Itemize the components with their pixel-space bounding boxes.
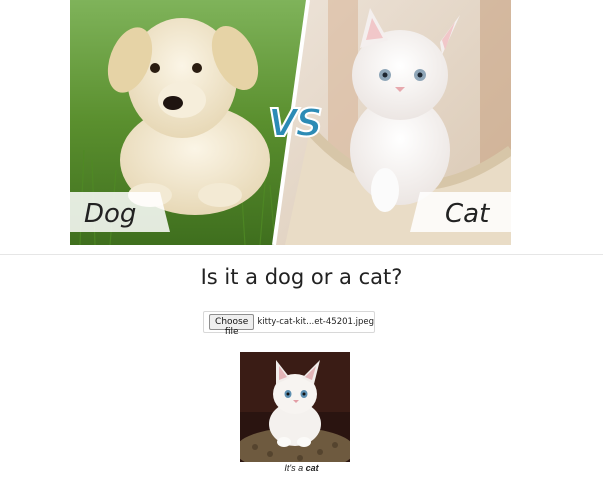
prediction-prefix: It's a — [284, 463, 306, 473]
kitten-preview-image — [240, 352, 350, 462]
prediction-label: cat — [305, 463, 319, 473]
choose-file-button[interactable]: Choose file — [209, 314, 255, 337]
hero-banner: Dog Cat VS — [70, 0, 511, 245]
file-upload-field[interactable]: Choose file kitty-cat-kit...et-45201.jpe… — [203, 311, 375, 337]
prediction-caption: It's a cat — [0, 463, 603, 473]
page-title: Is it a dog or a cat? — [200, 265, 403, 289]
vs-label: VS — [268, 101, 321, 145]
selected-file-name: kitty-cat-kit...et-45201.jpeg — [257, 317, 374, 327]
uploaded-image-preview — [240, 352, 350, 462]
hero-illustration: Dog Cat VS — [70, 0, 511, 245]
dog-label: Dog — [84, 199, 136, 229]
section-divider — [0, 254, 603, 255]
cat-label: Cat — [445, 199, 490, 229]
page: Dog Cat VS Is it a dog or a cat? Choose … — [0, 0, 603, 483]
